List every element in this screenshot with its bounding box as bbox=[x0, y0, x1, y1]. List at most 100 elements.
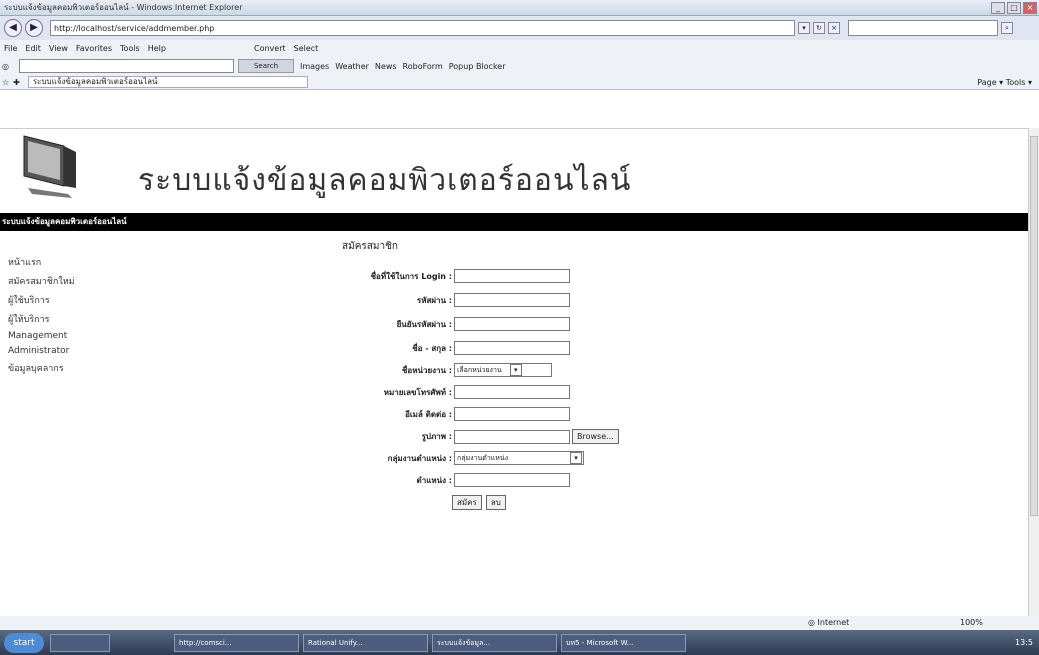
task-ie[interactable]: ระบบแจ้งข้อมูล... bbox=[432, 633, 557, 652]
email-input[interactable] bbox=[454, 407, 570, 421]
address-bar: ◀ ▶ http://localhost/service/addmember.p… bbox=[0, 16, 1039, 40]
roboform-link[interactable]: RoboForm bbox=[403, 62, 443, 71]
photo-label: รูปภาพ : bbox=[421, 432, 452, 441]
dept-select-value: เลือกหน่วยงาน bbox=[457, 365, 502, 374]
row-password: รหัสผ่าน : bbox=[200, 293, 570, 307]
select-button[interactable]: Select bbox=[294, 44, 319, 53]
name-label: ชื่อ - สกุล : bbox=[412, 343, 452, 353]
task-rational[interactable]: Rational Unify... bbox=[303, 633, 428, 652]
search-icon[interactable]: ⌕ bbox=[1001, 22, 1013, 34]
position-input[interactable] bbox=[454, 473, 570, 487]
stop-icon[interactable]: × bbox=[828, 22, 840, 34]
tab-title: ระบบแจ้งข้อมูลคอมพิวเตอร์ออนไลน์ bbox=[32, 77, 158, 86]
monitor-logo-icon bbox=[23, 135, 76, 198]
site-nav-bar: ระบบแจ้งข้อมูลคอมพิวเตอร์ออนไลน์ bbox=[0, 213, 1039, 231]
menu-bar: File Edit View Favorites Tools Help Conv… bbox=[0, 40, 1039, 56]
photo-file-input[interactable] bbox=[454, 429, 570, 444]
security-zone: ◎ Internet bbox=[808, 618, 849, 627]
back-button[interactable]: ◀ bbox=[4, 19, 22, 37]
row-position: ตำแหน่ง : bbox=[200, 473, 570, 487]
row-photo: รูปภาพ : Browse... bbox=[200, 429, 623, 444]
confirm-password-input[interactable] bbox=[454, 317, 570, 331]
row-email: อีเมล์ ติดต่อ : bbox=[200, 407, 570, 421]
tab-row: ☆ ✚ ระบบแจ้งข้อมูลคอมพิวเตอร์ออนไลน์ Pag… bbox=[2, 76, 1032, 88]
confirm-label: ยืนยันรหัสผ่าน : bbox=[396, 319, 452, 329]
ie-logo-icon: ◎ bbox=[2, 61, 9, 71]
title-bar: ระบบแจ้งข้อมูลคอมพิวเตอร์ออนไลน์ - Windo… bbox=[0, 0, 1039, 16]
taskbar: start http://comsci... Rational Unify...… bbox=[0, 630, 1039, 655]
chevron-down-icon[interactable]: ▾ bbox=[570, 452, 582, 464]
globe-icon: ◎ bbox=[808, 618, 818, 627]
sidebar-item-user[interactable]: ผู้ใช้บริการ bbox=[8, 293, 128, 307]
row-phone: หมายเลขโทรศัพท์ : bbox=[200, 385, 570, 399]
form-heading: สมัครสมาชิก bbox=[342, 241, 398, 252]
page-scrollbar[interactable] bbox=[1028, 128, 1039, 616]
menu-edit[interactable]: Edit bbox=[25, 44, 41, 53]
popup-blocker-link[interactable]: Popup Blocker bbox=[449, 62, 506, 71]
name-input[interactable] bbox=[454, 341, 570, 355]
task-word[interactable]: บท5 - Microsoft W... bbox=[561, 633, 686, 652]
chevron-down-icon[interactable]: ▾ bbox=[509, 364, 522, 376]
favorites-star-icon[interactable]: ☆ bbox=[2, 78, 9, 87]
sidebar-item-register[interactable]: สมัครสมาชิกใหม่ bbox=[8, 274, 128, 288]
task-comsci[interactable]: http://comsci... bbox=[174, 633, 299, 652]
news-link[interactable]: News bbox=[375, 62, 397, 71]
submit-button[interactable]: สมัคร bbox=[452, 495, 482, 510]
form-buttons: สมัคร ลบ bbox=[452, 495, 510, 510]
sidebar: หน้าแรก สมัครสมาชิกใหม่ ผู้ใช้บริการ ผู้… bbox=[8, 255, 128, 380]
toolbar-search-input[interactable] bbox=[18, 59, 234, 73]
status-bar: ◎ Internet 100% bbox=[0, 616, 1039, 630]
group-label: กลุ่มงานตำแหน่ง : bbox=[387, 453, 452, 463]
login-input[interactable] bbox=[454, 269, 570, 283]
task-folder[interactable] bbox=[50, 633, 110, 652]
refresh-icon[interactable]: ↻ bbox=[813, 22, 825, 34]
group-select-value: กลุ่มงานตำแหน่ง bbox=[457, 453, 509, 462]
dept-label: ชื่อหน่วยงาน : bbox=[401, 365, 452, 375]
dropdown-icon[interactable]: ▾ bbox=[798, 22, 810, 34]
menu-file[interactable]: File bbox=[4, 44, 17, 53]
maximize-button[interactable]: □ bbox=[1007, 1, 1021, 14]
zone-label: Internet bbox=[817, 618, 850, 627]
sidebar-item-administrator[interactable]: Administrator bbox=[8, 346, 128, 356]
weather-link[interactable]: Weather bbox=[335, 62, 369, 71]
group-select[interactable]: กลุ่มงานตำแหน่ง ▾ bbox=[454, 451, 584, 465]
images-link[interactable]: Images bbox=[300, 62, 329, 71]
zoom-level[interactable]: 100% bbox=[960, 618, 983, 627]
toolbar-area: ◎ Search Images Weather News RoboForm Po… bbox=[0, 56, 1039, 90]
scrollbar-thumb[interactable] bbox=[1030, 136, 1038, 516]
menu-favorites[interactable]: Favorites bbox=[76, 44, 112, 53]
reset-button[interactable]: ลบ bbox=[485, 495, 506, 510]
sidebar-item-home[interactable]: หน้าแรก bbox=[8, 255, 128, 269]
site-title: ระบบแจ้งข้อมูลคอมพิวเตอร์ออนไลน์ bbox=[138, 163, 632, 198]
search-input[interactable] bbox=[848, 20, 998, 36]
browser-window: ระบบแจ้งข้อมูลคอมพิวเตอร์ออนไลน์ - Windo… bbox=[0, 0, 1039, 655]
google-toolbar: ◎ Search Images Weather News RoboForm Po… bbox=[2, 59, 506, 73]
menu-tools[interactable]: Tools bbox=[120, 44, 140, 53]
url-input[interactable]: http://localhost/service/addmember.php bbox=[50, 20, 795, 36]
convert-button[interactable]: Convert bbox=[254, 44, 286, 53]
dept-select[interactable]: เลือกหน่วยงาน ▾ bbox=[454, 363, 552, 377]
password-input[interactable] bbox=[454, 293, 570, 307]
sidebar-item-staff[interactable]: ข้อมูลบุคลากร bbox=[8, 361, 128, 375]
menu-help[interactable]: Help bbox=[148, 44, 166, 53]
sidebar-item-management[interactable]: Management bbox=[8, 331, 128, 341]
row-name: ชื่อ - สกุล : bbox=[200, 341, 570, 355]
close-button[interactable]: × bbox=[1023, 1, 1037, 14]
tab-current[interactable]: ระบบแจ้งข้อมูลคอมพิวเตอร์ออนไลน์ bbox=[27, 76, 308, 88]
row-login: ชื่อที่ใช้ในการ Login : bbox=[200, 269, 570, 283]
toolbar-search-button[interactable]: Search bbox=[237, 59, 294, 73]
minimize-button[interactable]: _ bbox=[991, 1, 1005, 14]
row-confirm: ยืนยันรหัสผ่าน : bbox=[200, 317, 570, 331]
phone-input[interactable] bbox=[454, 385, 570, 399]
page-tools-menu[interactable]: Page ▾ Tools ▾ bbox=[977, 78, 1032, 87]
email-label: อีเมล์ ติดต่อ : bbox=[405, 409, 452, 419]
browse-button[interactable]: Browse... bbox=[572, 429, 619, 444]
window-title: ระบบแจ้งข้อมูลคอมพิวเตอร์ออนไลน์ - Windo… bbox=[4, 3, 243, 12]
clock: 13:5 bbox=[1015, 638, 1033, 647]
forward-button[interactable]: ▶ bbox=[25, 19, 43, 37]
start-button[interactable]: start bbox=[4, 632, 44, 653]
menu-view[interactable]: View bbox=[49, 44, 68, 53]
sidebar-item-provider[interactable]: ผู้ให้บริการ bbox=[8, 312, 128, 326]
add-favorite-icon[interactable]: ✚ bbox=[13, 78, 20, 87]
row-group: กลุ่มงานตำแหน่ง : กลุ่มงานตำแหน่ง ▾ bbox=[200, 451, 584, 465]
